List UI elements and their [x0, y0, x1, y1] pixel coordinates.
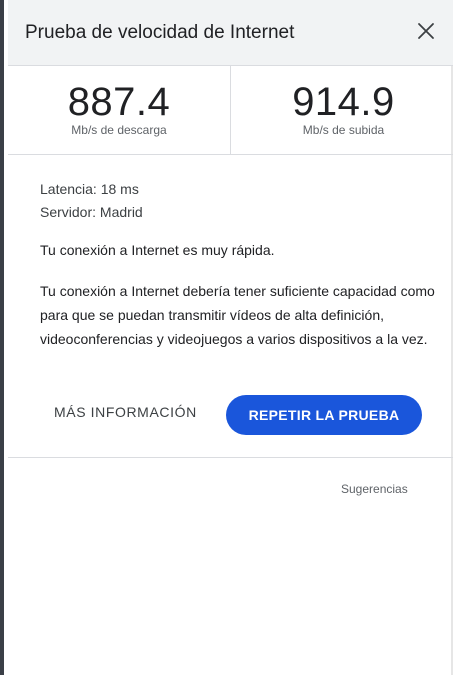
close-button[interactable] [411, 16, 441, 46]
server-row: Servidor: Madrid [40, 201, 435, 224]
server-label: Servidor: [40, 204, 97, 220]
panel-title: Prueba de velocidad de Internet [25, 22, 295, 43]
download-speed-unit: Mb/s de descarga [71, 123, 167, 137]
divider [8, 457, 453, 458]
download-result: 887.4 Mb/s de descarga [8, 66, 231, 154]
speed-test-panel: Prueba de velocidad de Internet 887.4 Mb… [0, 0, 453, 675]
speed-results: 887.4 Mb/s de descarga 914.9 Mb/s de sub… [8, 66, 453, 155]
suggestions-link[interactable]: Sugerencias [341, 482, 408, 496]
panel-header: Prueba de velocidad de Internet [8, 0, 453, 66]
speed-summary-text: Tu conexión a Internet es muy rápida. [40, 242, 275, 258]
latency-row: Latencia: 18 ms [40, 178, 435, 201]
download-speed-value: 887.4 [67, 80, 171, 124]
upload-speed-unit: Mb/s de subida [302, 123, 385, 137]
latency-value: 18 ms [100, 181, 139, 197]
upload-speed-value: 914.9 [292, 80, 395, 124]
connection-details: Latencia: 18 ms Servidor: Madrid [40, 178, 435, 224]
close-icon [418, 23, 434, 39]
retry-test-button[interactable]: REPETIR LA PRUEBA [226, 395, 422, 435]
server-value: Madrid [99, 204, 143, 220]
latency-label: Latencia: [40, 181, 97, 197]
upload-result: 914.9 Mb/s de subida [232, 66, 453, 154]
more-info-link[interactable]: MÁS INFORMACIÓN [54, 404, 197, 420]
capability-text: Tu conexión a Internet debería tener suf… [40, 283, 435, 347]
